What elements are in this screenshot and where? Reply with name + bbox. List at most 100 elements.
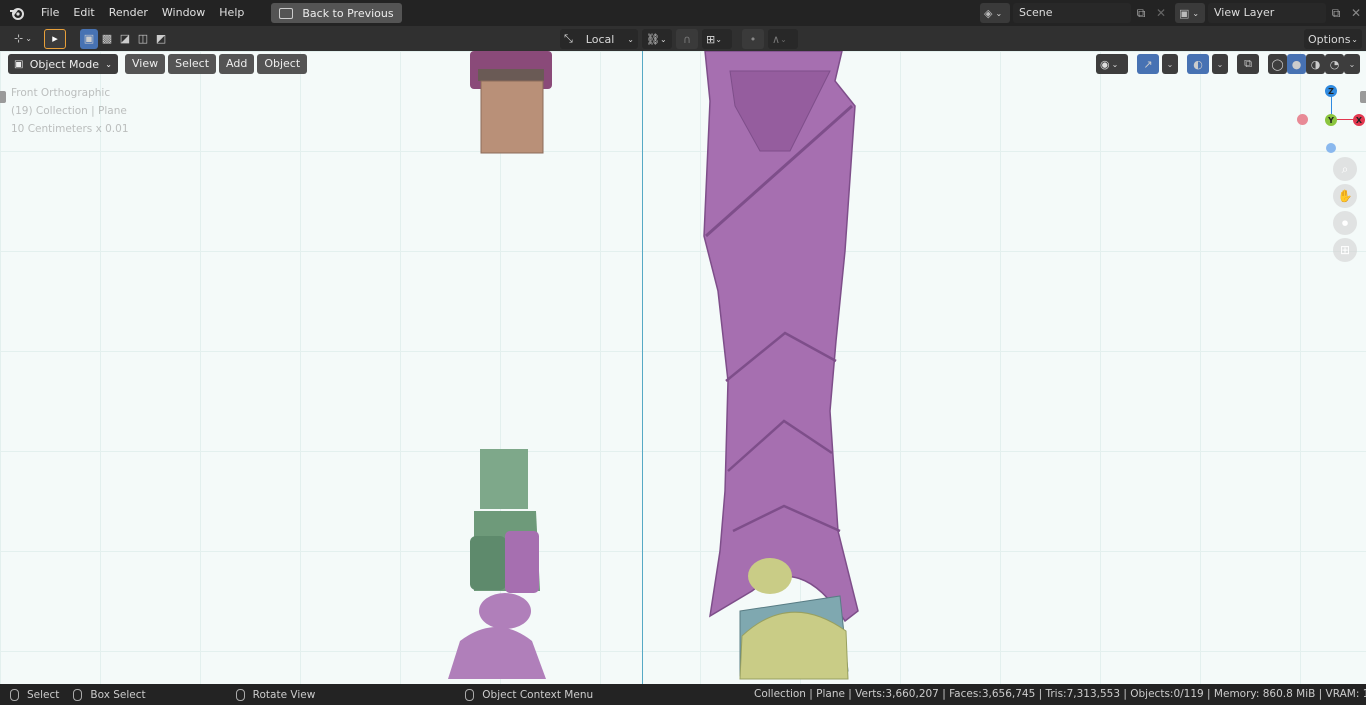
cursor-arrow-icon: ▸ [52,32,58,45]
viewport-menu-add[interactable]: Add [219,54,255,74]
3d-viewport[interactable]: ▣ Object Mode ⌄ View Select Add Object ◉… [0,51,1366,684]
status-select-label: Select [27,688,60,701]
chevron-down-icon: ⌄ [25,34,32,43]
viewport-header: ▣ Object Mode ⌄ View Select Add Object [8,54,308,74]
xray-icon: ⧉ [1244,57,1252,70]
top-menu-bar: File Edit Render Window Help Back to Pre… [0,0,1366,26]
blender-logo-icon[interactable] [0,0,34,26]
editor-type-icon: ⊹ [14,32,24,45]
perspective-grid-icon[interactable]: ⊞ [1333,238,1357,262]
select-subtract-icon: ◪ [119,32,131,45]
object-mode-icon: ▣ [14,58,24,70]
solid-sphere-icon: ● [1291,57,1302,71]
selection-mode-extend-button[interactable]: ▩ [98,29,116,49]
status-context-menu-label: Object Context Menu [482,688,594,701]
back-to-previous-label: Back to Previous [302,6,394,20]
menu-edit[interactable]: Edit [66,0,101,26]
select-tool-button[interactable]: ▸ [44,28,66,49]
menu-render[interactable]: Render [102,0,155,26]
z-axis-icon[interactable]: Z [1325,85,1337,97]
shading-material-button[interactable]: ◑ [1306,54,1325,74]
new-view-layer-icon[interactable]: ⧉ [1326,3,1346,23]
transform-orientation-label: Local [585,32,615,46]
scene-controls: ◈ ⌄ Scene ⧉ ✕ ▣ ⌄ View Layer ⧉ ✕ [980,3,1366,23]
options-label: Options [1308,32,1351,46]
gizmo-options-dropdown[interactable]: ⌄ [1162,54,1178,74]
delete-scene-icon[interactable]: ✕ [1151,3,1171,23]
object-visibility-dropdown[interactable]: ◉ ⌄ [1096,54,1128,74]
interaction-mode-label: Object Mode [29,57,100,71]
status-context-menu-hint: Object Context Menu [455,688,594,701]
neg-z-axis-icon[interactable] [1326,143,1336,153]
y-axis-icon[interactable]: Y [1325,114,1337,126]
proportional-falloff-dropdown[interactable]: ∧ ⌄ [768,29,798,49]
interaction-mode-dropdown[interactable]: ▣ Object Mode ⌄ [8,54,118,74]
tool-header: ⊹ ⌄ ▸ ▣ ▩ ◪ ◫ ◩ ⤡ Local ⌄ ⛓ ⌄ ∩ ⊞ ⌄ • ∧ ⌄ Op… [0,26,1366,51]
delete-view-layer-icon[interactable]: ✕ [1346,3,1366,23]
editor-type-dropdown[interactable]: ⊹ ⌄ [6,29,40,49]
view-layer-selector-dropdown[interactable]: ▣ ⌄ [1175,3,1205,23]
collection-info: (19) Collection | Plane [11,105,127,117]
scene-selector-dropdown[interactable]: ◈ ⌄ [980,3,1010,23]
scene-name-field[interactable]: Scene [1013,3,1131,23]
mouse-drag-icon [73,688,83,701]
shading-options-dropdown[interactable]: ⌄ [1344,54,1360,74]
status-rotate-hint: Rotate View [226,688,316,701]
gizmo-toggle-button[interactable]: ↗ [1137,54,1159,74]
toolbar-region-tab[interactable] [0,91,6,103]
chevron-down-icon: ⌄ [627,34,634,44]
overlays-toggle-button[interactable]: ◐ [1187,54,1209,74]
snap-toggle-button[interactable]: ∩ [676,29,698,49]
zoom-view-icon[interactable]: ⌕ [1333,157,1357,181]
navigation-gizmo[interactable]: Z Y X [1286,81,1366,161]
mouse-right-icon [465,688,475,701]
selection-mode-new-button[interactable]: ▣ [80,28,98,49]
x-axis-icon[interactable]: X [1353,114,1365,126]
camera-view-icon[interactable]: ⏺ [1333,211,1357,235]
shading-rendered-button[interactable]: ◔ [1325,54,1344,74]
scene-icon: ◈ [984,6,993,20]
menu-window[interactable]: Window [155,0,212,26]
new-scene-icon[interactable]: ⧉ [1131,3,1151,23]
pan-hand-icon[interactable]: ✋ [1333,184,1357,208]
chevron-down-icon: ⌄ [1351,34,1358,44]
snap-target-dropdown[interactable]: ⊞ ⌄ [702,29,732,49]
selection-mode-subtract-button[interactable]: ◪ [116,29,134,49]
pivot-point-dropdown[interactable]: ⛓ ⌄ [642,29,672,49]
overlays-options-dropdown[interactable]: ⌄ [1212,54,1228,74]
material-sphere-icon: ◑ [1310,57,1321,71]
select-intersect-icon: ◩ [155,32,167,45]
overlays-icon: ◐ [1193,57,1203,71]
sidebar-region-tab[interactable] [1360,91,1366,103]
shading-solid-button[interactable]: ● [1287,54,1306,74]
selection-mode-invert-button[interactable]: ◫ [134,29,152,49]
xray-toggle-button[interactable]: ⧉ [1237,54,1259,74]
orientation-icon: ⤡ [564,32,573,45]
viewport-menu-object[interactable]: Object [257,54,308,74]
chevron-down-icon: ⌄ [659,34,667,44]
view-layer-name-field[interactable]: View Layer [1208,3,1326,23]
view-layer-icon: ▣ [1179,6,1190,20]
screen-back-icon [279,7,294,19]
proportional-editing-button[interactable]: • [742,29,764,49]
viewport-region-divider [642,51,643,684]
neg-x-axis-icon[interactable] [1297,114,1308,125]
chevron-down-icon: ⌄ [995,8,1003,18]
proportional-dot-icon: • [749,32,757,46]
options-dropdown[interactable]: Options ⌄ [1304,29,1362,49]
transform-orientation-dropdown[interactable]: ⤡ Local ⌄ [560,29,638,49]
menu-file[interactable]: File [34,0,66,26]
select-extend-icon: ▩ [101,32,113,45]
viewport-menu-view[interactable]: View [125,54,166,74]
chevron-down-icon: ⌄ [1166,59,1174,69]
select-new-icon: ▣ [83,32,95,45]
menu-help[interactable]: Help [212,0,251,26]
mouse-middle-icon [235,688,245,701]
back-to-previous-button[interactable]: Back to Previous [271,3,402,23]
status-rotate-label: Rotate View [252,688,316,701]
selection-mode-intersect-button[interactable]: ◩ [152,29,170,49]
chevron-down-icon: ⌄ [1192,8,1200,18]
status-select-hint: Select [0,688,60,701]
shading-wireframe-button[interactable]: ◯ [1268,54,1287,74]
viewport-menu-select[interactable]: Select [168,54,217,74]
